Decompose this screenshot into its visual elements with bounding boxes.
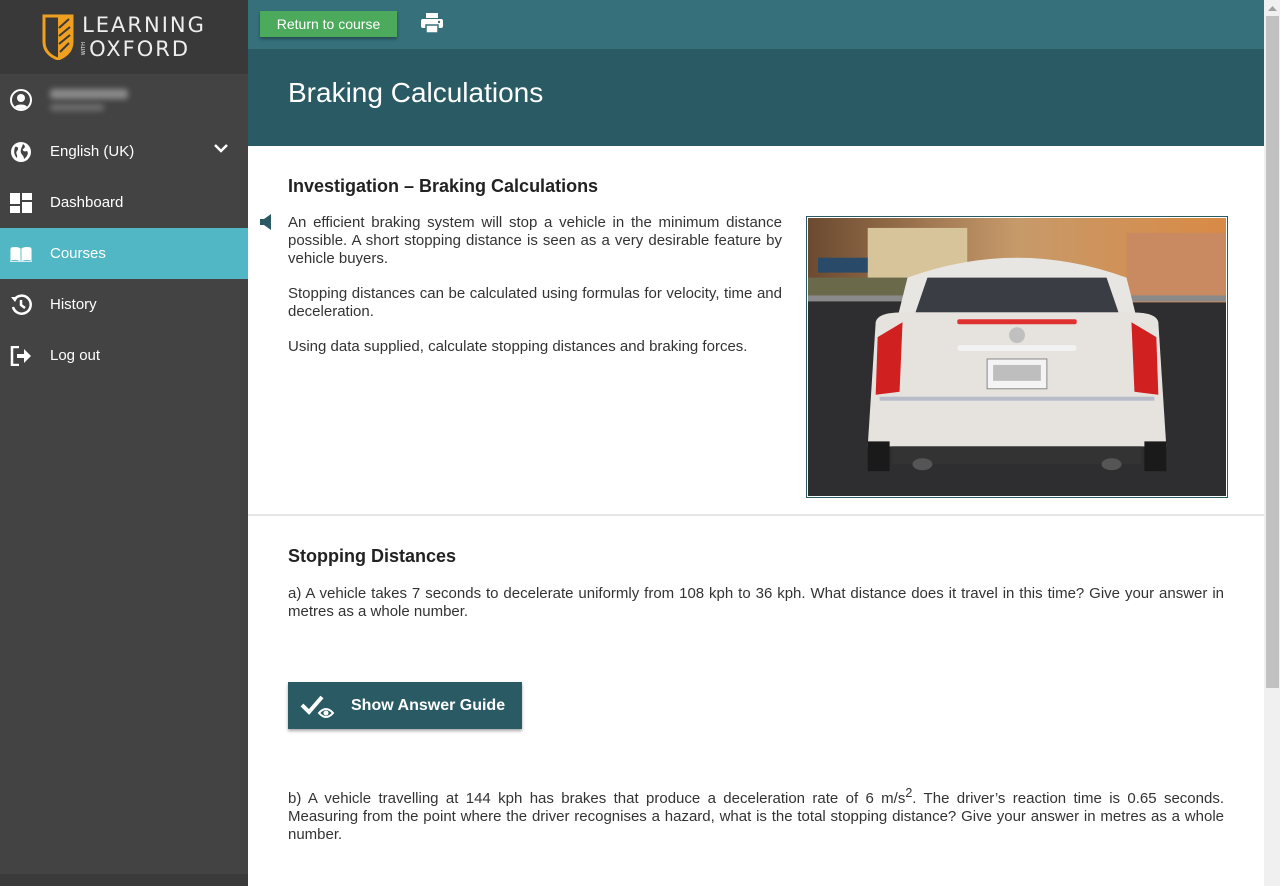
user-profile[interactable] [0, 74, 248, 126]
intro-paragraph: An efficient braking system will stop a … [288, 214, 782, 267]
logo-text: LEARNING WITH OXFORD [81, 12, 206, 61]
print-icon[interactable] [421, 13, 443, 33]
question-b: b) A vehicle travelling at 144 kph has b… [288, 784, 1224, 844]
sidebar-item-label: Courses [50, 245, 106, 262]
investigation-section: Investigation – Braking Calculations An … [248, 146, 1264, 516]
learning-with-oxford-logo[interactable]: LEARNING WITH OXFORD [42, 14, 206, 60]
stopping-distances-heading: Stopping Distances [288, 546, 457, 566]
sidebar-item-courses[interactable]: Courses [0, 228, 248, 279]
language-label: English (UK) [50, 143, 135, 160]
history-icon [10, 293, 32, 316]
sidebar-item-label: Dashboard [50, 194, 124, 211]
logo-line1: LEARNING [82, 12, 206, 37]
main-content: Investigation – Braking Calculations An … [248, 146, 1264, 886]
show-answer-guide-label: Show Answer Guide [351, 696, 506, 714]
title-bar: Braking Calculations [248, 49, 1264, 146]
check-eye-icon [300, 695, 335, 718]
language-selector[interactable]: English (UK) [0, 126, 248, 177]
user-name-blurred [50, 89, 128, 111]
logout-icon [10, 345, 32, 367]
sidebar-item-logout[interactable]: Log out [0, 330, 248, 381]
car-illustration [808, 218, 1226, 496]
intro-paragraph: Using data supplied, calculate stopping … [288, 338, 748, 355]
scroll-up-arrow-icon[interactable] [1264, 0, 1280, 16]
return-to-course-button[interactable]: Return to course [260, 11, 397, 37]
question-b-text: b) A vehicle travelling at 144 kph has b… [288, 790, 906, 807]
investigation-heading: Investigation – Braking Calculations [288, 176, 599, 196]
question-a: a) A vehicle takes 7 seconds to decelera… [288, 585, 1224, 620]
intro-paragraph: Stopping distances can be calculated usi… [288, 285, 782, 320]
sidebar-item-label: History [50, 296, 97, 313]
user-name [50, 89, 128, 99]
page-title: Braking Calculations [288, 77, 544, 108]
user-avatar-icon [10, 89, 32, 111]
stopping-distances-section: Stopping Distances a) A vehicle takes 7 … [248, 516, 1264, 886]
sidebar-item-dashboard[interactable]: Dashboard [0, 177, 248, 228]
user-role [50, 104, 104, 111]
globe-icon [10, 141, 32, 163]
scroll-thumb[interactable] [1266, 16, 1279, 688]
sidebar-item-history[interactable]: History [0, 279, 248, 330]
chevron-down-icon [214, 144, 228, 153]
dashboard-icon [10, 192, 32, 214]
vertical-scrollbar[interactable] [1264, 0, 1280, 886]
logo-with: WITH [81, 42, 88, 56]
sidebar-item-label: Log out [50, 347, 101, 364]
sidebar-footer [0, 874, 248, 886]
logo-area: LEARNING WITH OXFORD [0, 0, 248, 74]
investigation-text: An efficient braking system will stop a … [288, 214, 782, 373]
speaker-icon[interactable] [260, 214, 272, 230]
book-icon [10, 243, 32, 265]
car-image [806, 216, 1228, 498]
logo-line2: OXFORD [89, 36, 191, 61]
show-answer-guide-button[interactable]: Show Answer Guide [288, 682, 522, 729]
shield-logo-icon [42, 14, 74, 60]
top-toolbar: Return to course [248, 0, 1264, 49]
sidebar: LEARNING WITH OXFORD English (UK) Dashbo… [0, 0, 248, 886]
